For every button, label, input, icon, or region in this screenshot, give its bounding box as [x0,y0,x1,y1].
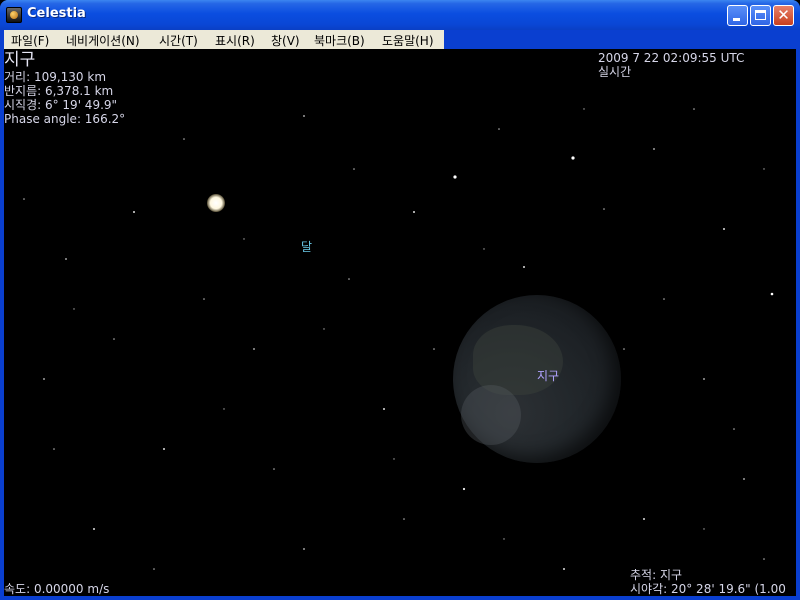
menu-view[interactable]: 창(V) [271,32,300,49]
radius-readout: 반지름: 6,378.1 km [4,84,114,98]
minimize-button[interactable] [727,5,748,26]
time-mode: 실시간 [598,65,632,79]
celestia-3d-viewport[interactable]: 지구 거리: 109,130 km 반지름: 6,378.1 km 시직경: 6… [4,49,796,596]
sun[interactable] [207,194,225,212]
close-icon: ✕ [777,6,790,24]
tracking-panel: 추적: 지구 시야각: 20° 28' 19.6" (1.00 [630,568,786,596]
phase-angle-readout: Phase angle: 166.2° [4,112,126,126]
object-info-panel: 지구 거리: 109,130 km 반지름: 6,378.1 km 시직경: 6… [4,50,126,127]
menu-bar: 파일(F) 네비게이션(N) 시간(T) 표시(R) 창(V) 북마크(B) 도… [4,30,444,49]
celestia-app-icon[interactable] [6,7,22,23]
window-border-right [796,30,800,600]
menu-file[interactable]: 파일(F) [11,32,49,49]
maximize-button[interactable] [750,5,771,26]
speed-readout: 속도: 0.00000 m/s [4,582,110,596]
apparent-diameter-readout: 시직경: 6° 19' 49.9" [4,98,118,112]
close-button[interactable]: ✕ [773,5,794,26]
fov-readout: 시야각: 20° 28' 19.6" (1.00 [630,582,786,596]
window-border-bottom [0,596,800,600]
window-border-left [0,30,4,600]
window-title: Celestia [27,6,86,21]
menu-help[interactable]: 도움말(H) [382,32,434,49]
time-panel: 2009 7 22 02:09:55 UTC 실시간 [598,51,744,79]
tracking-readout: 추적: 지구 [630,568,683,582]
menu-bookmarks[interactable]: 북마크(B) [314,32,365,49]
starfield [23,108,774,570]
menu-navigation[interactable]: 네비게이션(N) [66,32,140,49]
datetime-readout: 2009 7 22 02:09:55 UTC [598,51,745,65]
maximize-icon [755,10,766,20]
earth-label[interactable]: 지구 [537,367,559,384]
menu-time[interactable]: 시간(T) [159,32,198,49]
title-bar[interactable]: Celestia ✕ [0,0,800,30]
selected-object-name: 지구 [4,50,36,70]
distance-readout: 거리: 109,130 km [4,70,107,84]
celestia-window: Celestia ✕ 파일(F) 네비게이션(N) 시간(T) 표시(R) 창(… [0,0,800,600]
menu-render[interactable]: 표시(R) [215,32,255,49]
minimize-icon [733,18,740,21]
moon-label[interactable]: 달 [301,238,312,255]
